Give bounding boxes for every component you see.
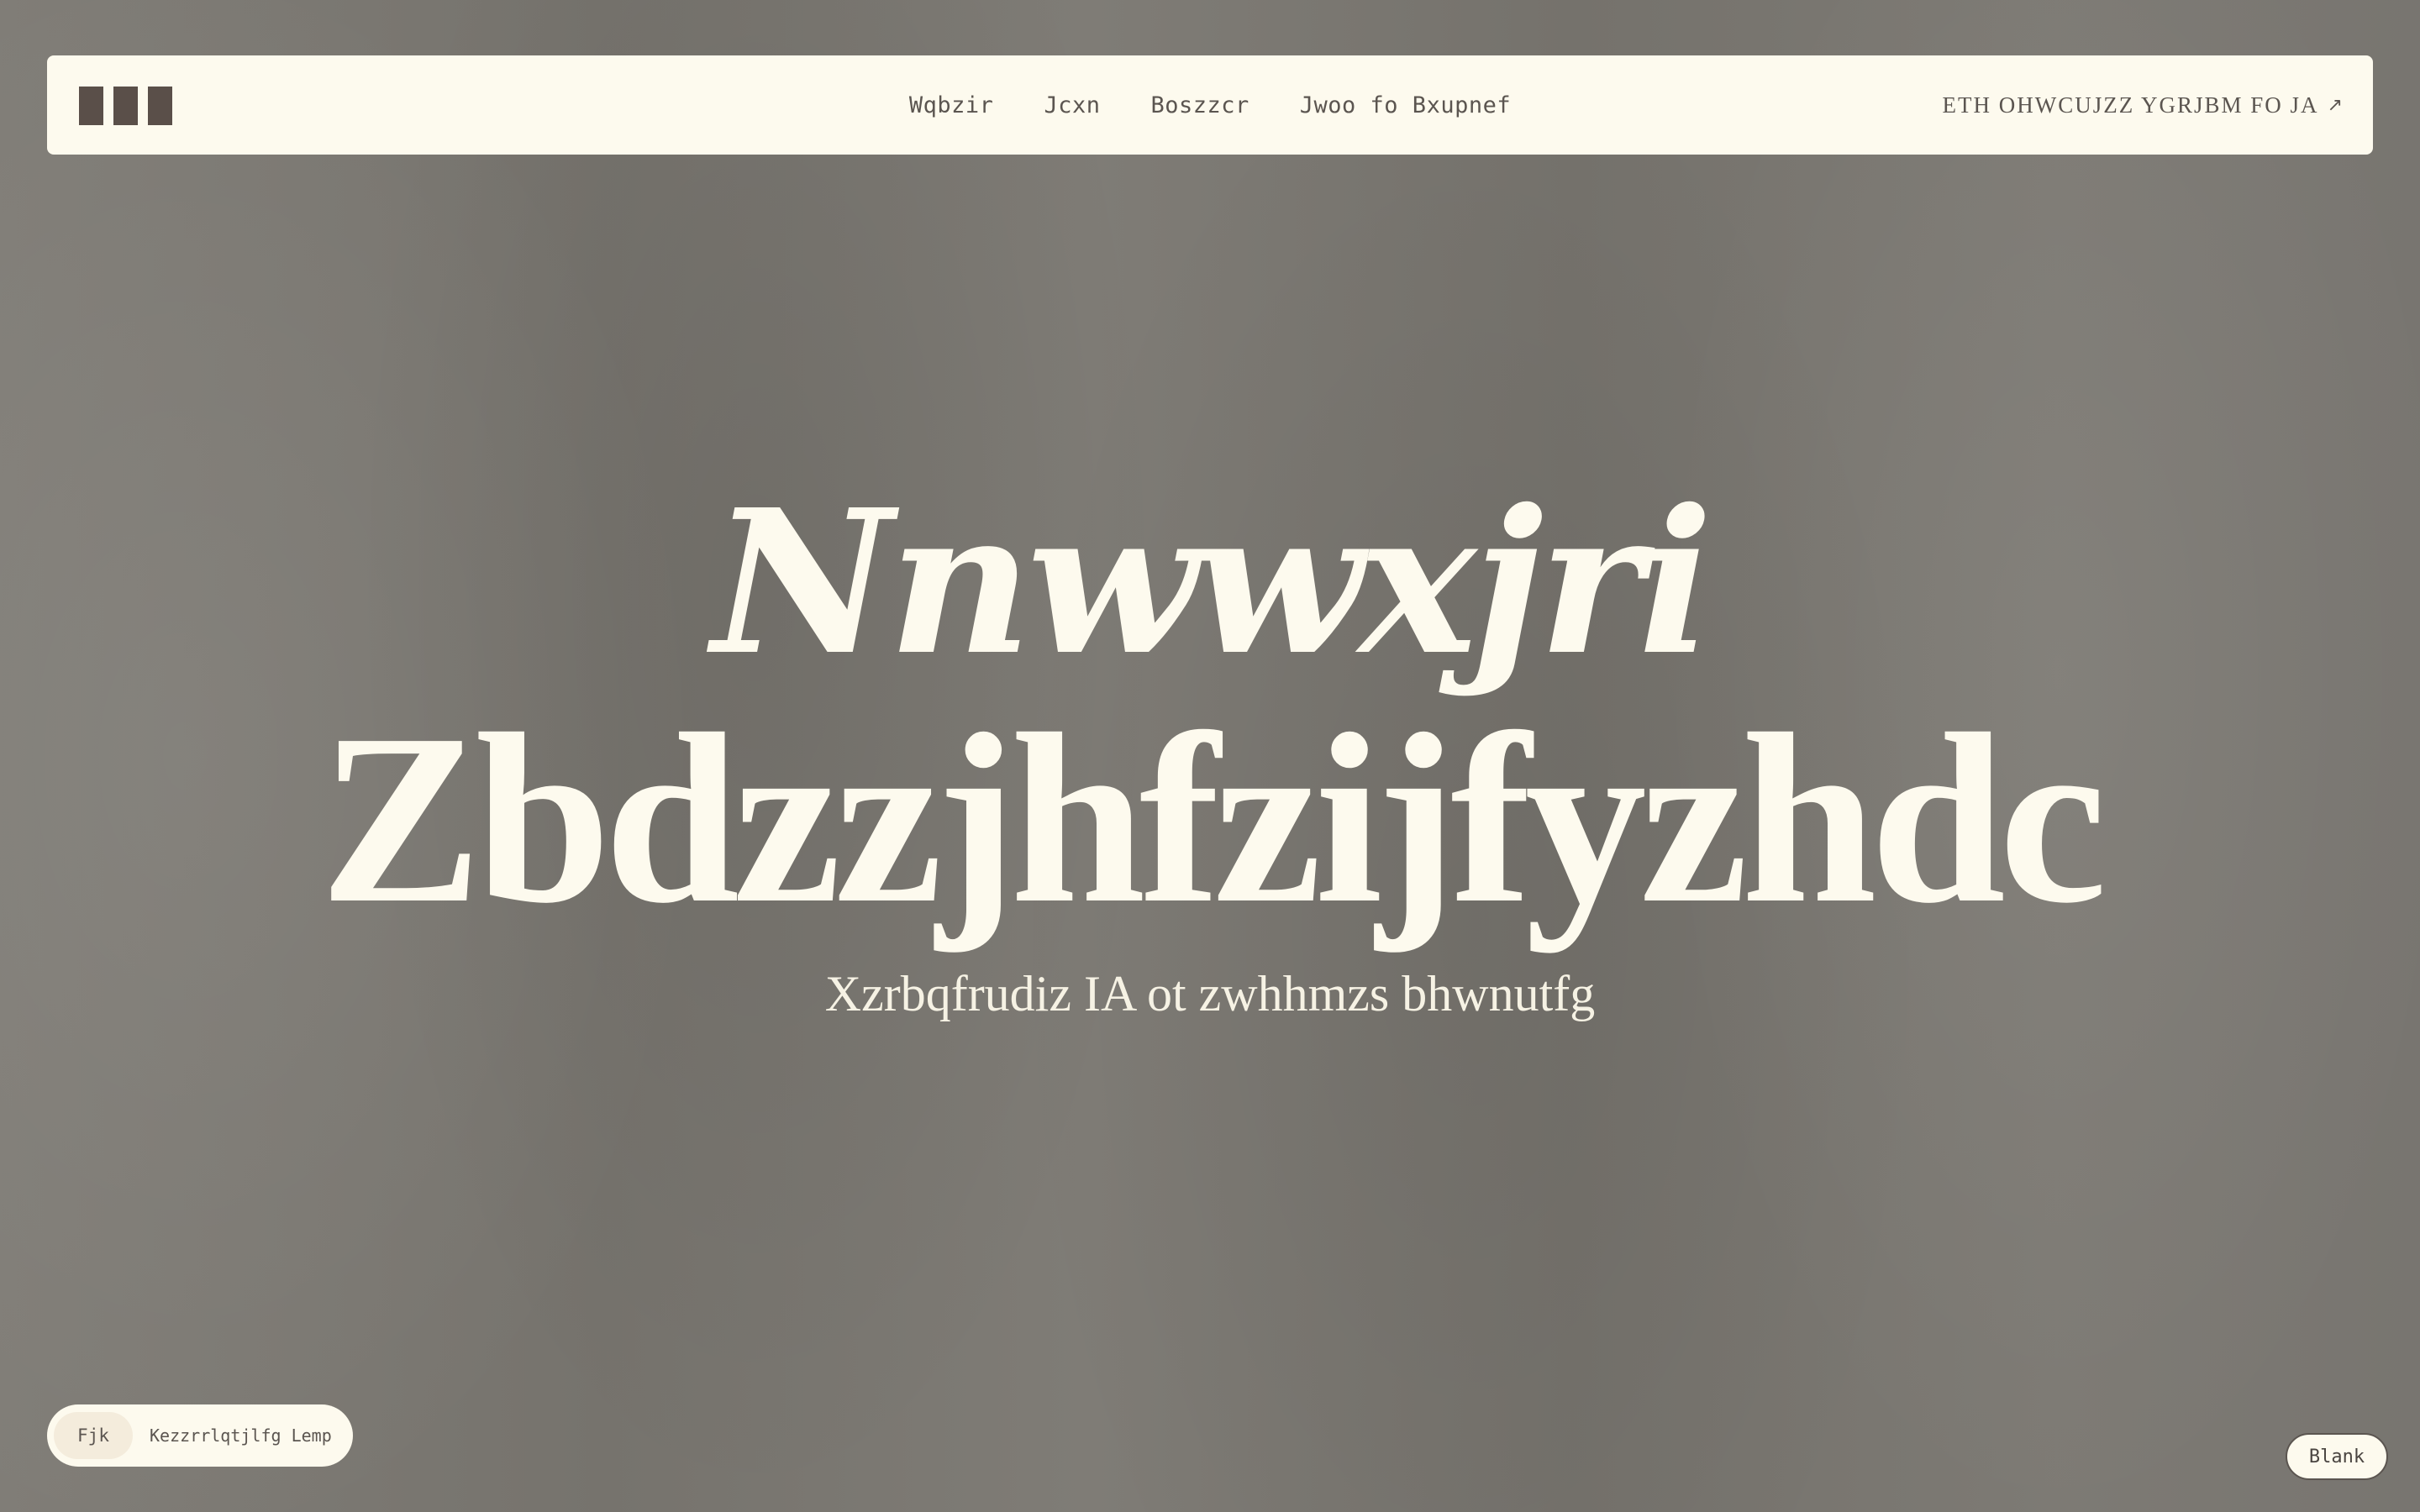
hero-subtitle: Xzrbqfrudiz IA ot zwhhmzs bhwnutfg [824,966,1596,1021]
nav-cta-link[interactable]: ETH OHWCUJZZ YGRJBM FO JA ↗ [1943,55,2343,155]
hero-title-line-1: Nnwwxjri [712,465,1713,699]
logo[interactable] [79,87,172,125]
top-navbar: Wqbzir Jcxn Boszzcr Jwoo fo Bxupnef ETH … [47,55,2373,155]
logo-bar-3 [148,87,172,125]
hero-title-line-2: Zbdzzjhfzijfyzhdc [319,684,2107,953]
nav-cta-label: ETH OHWCUJZZ YGRJBM FO JA [1942,92,2319,118]
nav-link-3[interactable]: Boszzcr [1150,92,1249,118]
badge-pill[interactable]: Fjk Kezzrrlqtjlfg Lemp [47,1404,353,1467]
nav-link-2[interactable]: Jcxn [1044,92,1100,118]
badge-tag: Fjk [54,1412,133,1459]
logo-bar-1 [79,87,103,125]
nav-link-4[interactable]: Jwoo fo Bxupnef [1300,92,1511,118]
nav-link-1[interactable]: Wqbzir [909,92,994,118]
blank-button[interactable]: Blank [2286,1433,2388,1480]
logo-bar-2 [113,87,138,125]
badge-text: Kezzrrlqtjlfg Lemp [150,1425,332,1446]
arrow-up-right-icon: ↗ [2327,94,2343,116]
